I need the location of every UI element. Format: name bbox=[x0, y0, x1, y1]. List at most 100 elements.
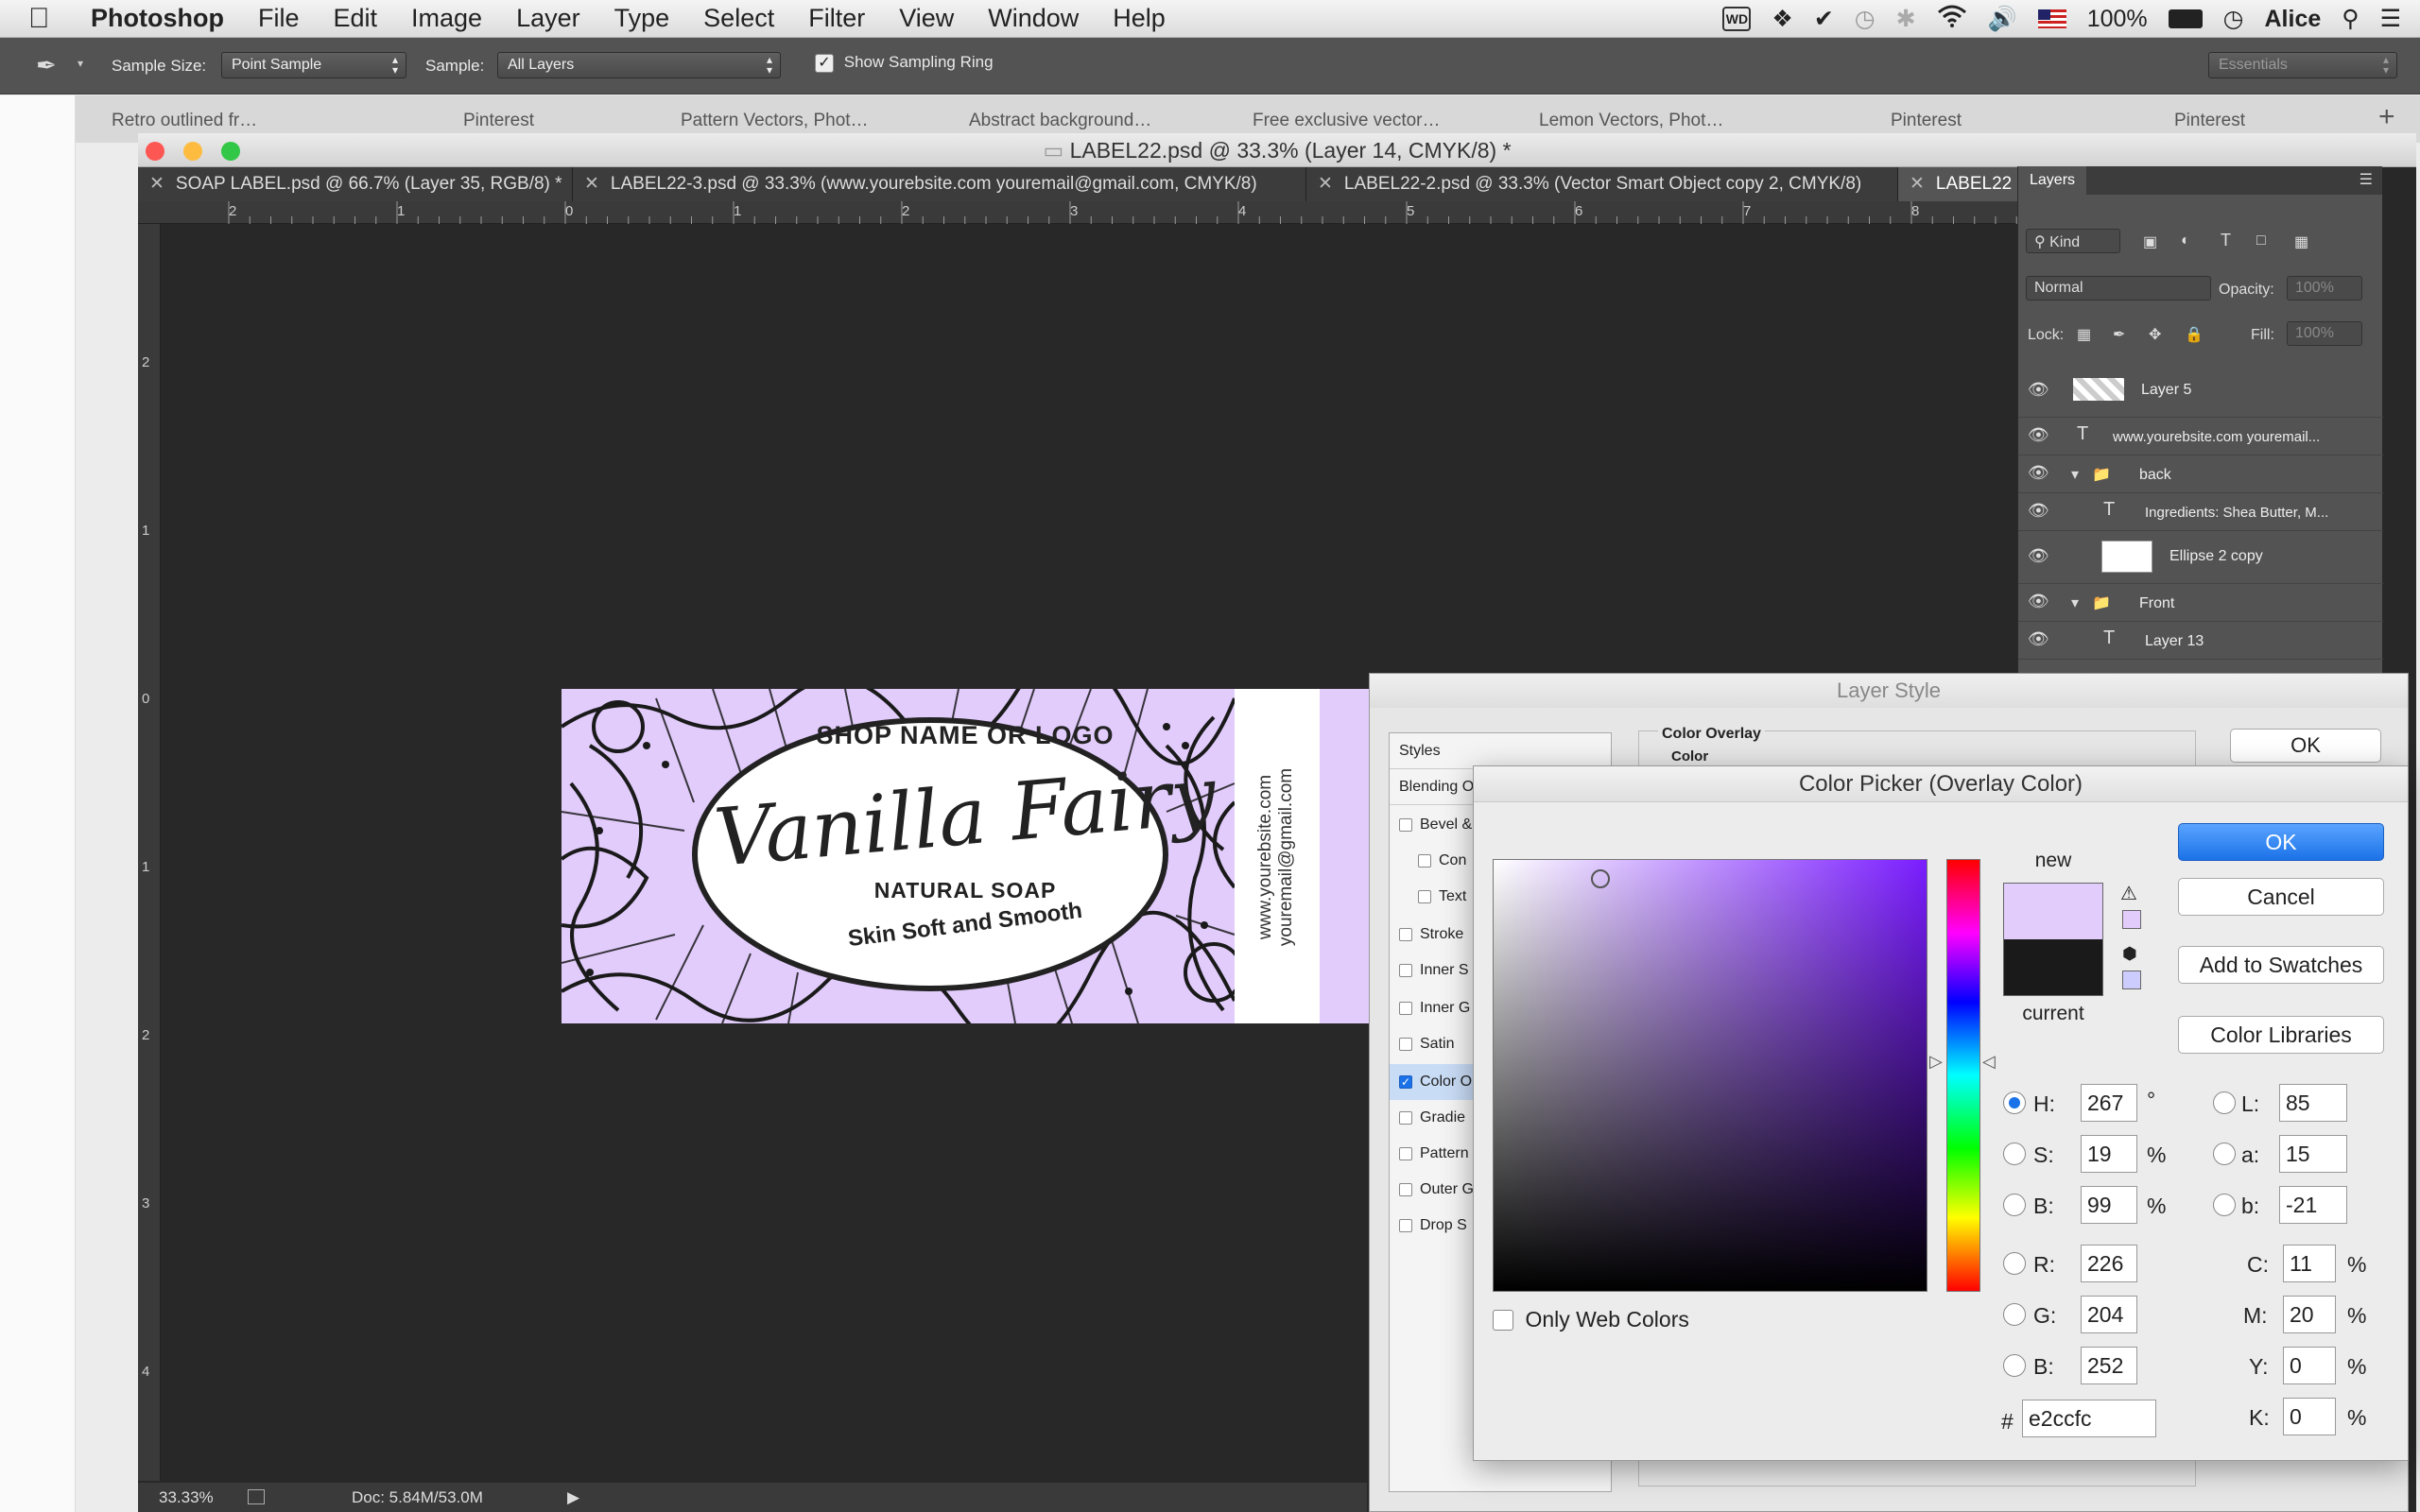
soap-label-artwork[interactable]: SHOP NAME OR LOGO Vanilla Fairy NATURAL … bbox=[562, 689, 1369, 1023]
browser-tab[interactable]: Pinterest bbox=[463, 111, 534, 131]
user-name[interactable]: Alice bbox=[2265, 6, 2322, 33]
disclosure-triangle-icon[interactable]: ▾ bbox=[2071, 465, 2079, 484]
panel-menu-icon[interactable]: ☰ bbox=[2360, 170, 2373, 189]
lock-pixels-brush-icon[interactable]: ✒ bbox=[2113, 325, 2125, 344]
visibility-eye-icon[interactable]: 👁 bbox=[2028, 592, 2049, 611]
browser-tab[interactable]: Pattern Vectors, Phot… bbox=[681, 111, 869, 131]
hue-slider-right-arrow-icon[interactable]: ◁ bbox=[1982, 1052, 1996, 1072]
lock-position-icon[interactable]: ✥ bbox=[2149, 325, 2161, 344]
web-safe-swatch[interactable] bbox=[2122, 971, 2141, 989]
visibility-eye-icon[interactable]: 👁 bbox=[2028, 425, 2049, 445]
saturation-input[interactable] bbox=[2081, 1135, 2137, 1173]
pixel-filter-icon[interactable]: ▣ bbox=[2143, 232, 2157, 251]
menu-type[interactable]: Type bbox=[614, 4, 670, 33]
browser-tab[interactable]: Lemon Vectors, Phot… bbox=[1539, 111, 1723, 131]
web-safe-cube-icon[interactable]: ⬢ bbox=[2122, 944, 2137, 964]
smart-object-filter-icon[interactable]: ▦ bbox=[2294, 232, 2308, 251]
styles-header[interactable]: Styles bbox=[1390, 733, 1611, 769]
battery-icon[interactable] bbox=[2168, 9, 2203, 28]
lightness-radio[interactable] bbox=[2213, 1091, 2236, 1114]
visibility-eye-icon[interactable]: 👁 bbox=[2028, 629, 2049, 649]
menu-file[interactable]: File bbox=[258, 4, 300, 33]
checkmark-circle-icon[interactable]: ✔ bbox=[1814, 5, 1834, 33]
style-checkbox[interactable] bbox=[1399, 927, 1412, 941]
sample-size-select[interactable]: Point Sample ▴ ▾ bbox=[221, 52, 406, 78]
blue-input[interactable] bbox=[2081, 1347, 2137, 1384]
layer-group-row[interactable]: 👁 ▾ 📁 Front bbox=[2018, 584, 2383, 622]
menu-help[interactable]: Help bbox=[1113, 4, 1166, 33]
browser-tab[interactable]: Retro outlined fr… bbox=[112, 111, 257, 131]
eyedropper-tool-icon[interactable]: ✒ bbox=[36, 51, 70, 81]
brightness-radio[interactable] bbox=[2003, 1194, 2026, 1216]
bluetooth-icon[interactable]: ✱ bbox=[1896, 5, 1916, 33]
style-checkbox[interactable] bbox=[1418, 889, 1431, 903]
checkbox-box[interactable] bbox=[1493, 1309, 1513, 1331]
blend-mode-select[interactable]: Normal bbox=[2026, 276, 2211, 301]
disclosure-triangle-icon[interactable]: ▾ bbox=[2071, 593, 2079, 612]
notification-center-icon[interactable]: ☰ bbox=[2380, 5, 2401, 33]
layer-row[interactable]: 👁 Layer 5 bbox=[2018, 365, 2383, 418]
wd-drive-icon[interactable]: WD bbox=[1722, 7, 1752, 31]
brightness-input[interactable] bbox=[2081, 1186, 2137, 1224]
hue-slider-left-arrow-icon[interactable]: ▷ bbox=[1929, 1052, 1943, 1072]
zoom-window-icon[interactable] bbox=[221, 142, 240, 161]
status-menu-arrow-icon[interactable]: ▶ bbox=[567, 1483, 579, 1512]
lock-all-icon[interactable]: 🔒 bbox=[2185, 325, 2204, 344]
menu-edit[interactable]: Edit bbox=[334, 4, 378, 33]
fill-input[interactable]: 100% bbox=[2287, 321, 2362, 346]
document-tab-active[interactable]: ✕ LABEL22 bbox=[1898, 167, 2029, 201]
layer-row[interactable]: 👁 Ellipse 2 copy bbox=[2018, 531, 2383, 584]
hue-input[interactable] bbox=[2081, 1084, 2137, 1122]
green-input[interactable] bbox=[2081, 1296, 2137, 1333]
black-input[interactable] bbox=[2283, 1398, 2336, 1435]
time-machine-icon[interactable]: ◷ bbox=[1855, 5, 1876, 33]
close-window-icon[interactable] bbox=[146, 142, 164, 161]
style-checkbox[interactable] bbox=[1399, 817, 1412, 832]
a-channel-radio[interactable] bbox=[2213, 1143, 2236, 1165]
spotlight-search-icon[interactable]: ⚲ bbox=[2342, 5, 2359, 33]
color-cursor[interactable] bbox=[1591, 869, 1610, 888]
document-tab[interactable]: ✕ LABEL22-3.psd @ 33.3% (www.yourebsite.c… bbox=[573, 167, 1306, 201]
browser-tab[interactable]: Abstract background… bbox=[969, 111, 1151, 131]
magenta-input[interactable] bbox=[2283, 1296, 2336, 1333]
close-tab-icon[interactable]: ✕ bbox=[149, 174, 164, 194]
wifi-icon[interactable] bbox=[1937, 5, 1967, 34]
style-checkbox[interactable] bbox=[1418, 853, 1431, 868]
volume-icon[interactable]: 🔊 bbox=[1988, 6, 2017, 33]
gamut-correction-swatch[interactable] bbox=[2122, 910, 2141, 929]
layer-row[interactable]: 👁 T Layer 13 bbox=[2018, 622, 2383, 660]
out-of-gamut-warning-icon[interactable]: ⚠ bbox=[2120, 882, 2137, 905]
layer-filter-kind-select[interactable]: ⚲ Kind bbox=[2026, 229, 2120, 253]
a-channel-input[interactable] bbox=[2279, 1135, 2347, 1173]
yellow-input[interactable] bbox=[2283, 1347, 2336, 1384]
browser-tab[interactable]: Free exclusive vector… bbox=[1253, 111, 1441, 131]
style-checkbox[interactable] bbox=[1399, 1182, 1412, 1196]
share-icon[interactable] bbox=[248, 1489, 265, 1504]
hex-input[interactable] bbox=[2022, 1400, 2156, 1437]
visibility-eye-icon[interactable]: 👁 bbox=[2028, 463, 2049, 483]
layer-style-ok-button[interactable]: OK bbox=[2230, 729, 2381, 763]
zoom-level[interactable]: 33.33% bbox=[159, 1483, 214, 1512]
style-checkbox[interactable] bbox=[1399, 1110, 1412, 1125]
cyan-input[interactable] bbox=[2283, 1245, 2336, 1282]
adjustment-filter-icon[interactable]: ◐ bbox=[2181, 232, 2190, 249]
menu-select[interactable]: Select bbox=[703, 4, 774, 33]
browser-tab[interactable]: Pinterest bbox=[2174, 111, 2245, 131]
apple-menu-icon[interactable]:  bbox=[28, 3, 70, 35]
close-tab-icon[interactable]: ✕ bbox=[584, 174, 599, 194]
document-tab[interactable]: ✕ LABEL22-2.psd @ 33.3% (Vector Smart Obj… bbox=[1306, 167, 1898, 201]
add-to-swatches-button[interactable]: Add to Swatches bbox=[2178, 946, 2384, 984]
current-color-swatch[interactable] bbox=[2003, 939, 2103, 996]
visibility-eye-icon[interactable]: 👁 bbox=[2028, 501, 2049, 521]
layer-group-row[interactable]: 👁 ▾ 📁 back bbox=[2018, 455, 2383, 493]
green-radio[interactable] bbox=[2003, 1303, 2026, 1326]
hue-slider[interactable] bbox=[1946, 859, 1980, 1292]
layer-row[interactable]: 👁 T Ingredients: Shea Butter, M... bbox=[2018, 493, 2383, 531]
visibility-eye-icon[interactable]: 👁 bbox=[2028, 380, 2049, 400]
tool-preset-arrow-icon[interactable]: ▾ bbox=[78, 57, 83, 70]
workspace-select[interactable]: Essentials ▴ ▾ bbox=[2208, 52, 2397, 78]
us-flag-icon[interactable] bbox=[2037, 9, 2066, 28]
cancel-button[interactable]: Cancel bbox=[2178, 878, 2384, 916]
opacity-input[interactable]: 100% bbox=[2287, 276, 2362, 301]
blue-radio[interactable] bbox=[2003, 1354, 2026, 1377]
